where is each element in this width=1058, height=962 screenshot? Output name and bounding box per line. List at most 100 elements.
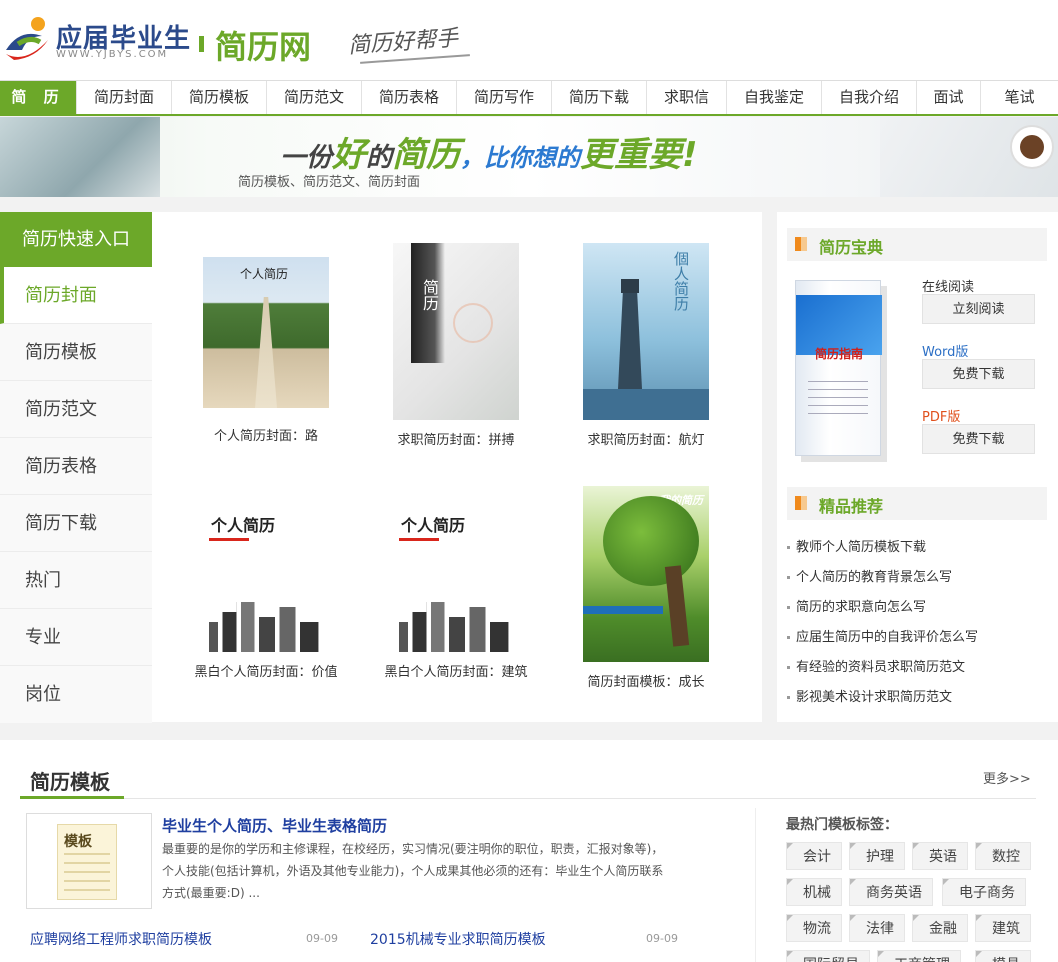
sidebar-item-cover[interactable]: 简历封面 <box>0 267 152 324</box>
cover-image-value[interactable]: 个人简历 <box>203 502 329 652</box>
template-list-link[interactable]: 2015机械专业求职简历模板 <box>370 929 546 949</box>
nav-item-self-intro[interactable]: 自我介绍 <box>822 81 917 114</box>
nav-item-resume[interactable]: 简 历 <box>0 81 77 114</box>
logo-icon[interactable] <box>2 14 52 66</box>
cover-image-struggle[interactable]: 简历 <box>393 243 519 420</box>
tag-business-admin[interactable]: 工商管理 <box>877 950 961 962</box>
red-line <box>209 538 249 541</box>
cover-caption[interactable]: 求职简历封面：拼搏 <box>366 429 546 448</box>
sidebar-item-sample[interactable]: 简历范文 <box>0 381 152 438</box>
pdf-version-label: PDF版 <box>922 410 961 425</box>
nav-item-self-evaluation[interactable]: 自我鉴定 <box>727 81 822 114</box>
tag-nursing[interactable]: 护理 <box>849 842 905 870</box>
section-title: 简历模板 <box>30 770 110 794</box>
tag-logistics[interactable]: 物流 <box>786 914 842 942</box>
section-divider <box>20 798 1036 799</box>
cover-caption[interactable]: 个人简历封面：路 <box>176 425 356 444</box>
city-skyline <box>399 602 509 652</box>
cover-gallery: 个人简历 个人简历封面：路 简历 求职简历封面：拼搏 個人简历 求职简历封面：航… <box>152 212 762 722</box>
cover-banner-stripe <box>583 606 663 614</box>
main-nav: 简 历 简历封面 简历模板 简历范文 简历表格 简历写作 简历下载 求职信 自我… <box>0 80 1058 116</box>
cover-struggle-text: 简历 <box>420 279 439 311</box>
promo-banner[interactable]: 一份好的简历，比你想的更重要! 简历模板、简历范文、简历封面 <box>0 117 1058 197</box>
recommend-link[interactable]: 个人简历的教育背景怎么写 <box>787 566 952 585</box>
cover-caption[interactable]: 黑白个人简历封面：价值 <box>176 661 356 680</box>
word-download-button[interactable]: 免费下载 <box>922 359 1035 389</box>
template-list-date: 09-09 <box>306 932 338 945</box>
baodian-title: 简历宝典 <box>819 238 884 257</box>
recommend-header: 精品推荐 <box>787 487 1047 520</box>
sidebar-item-form[interactable]: 简历表格 <box>0 438 152 495</box>
tree-trunk <box>664 565 690 647</box>
template-thumb-text: 模板 <box>64 834 92 850</box>
tag-architecture[interactable]: 建筑 <box>975 914 1031 942</box>
banner-text-em1: 好 <box>332 135 367 175</box>
handshake-image <box>0 117 160 197</box>
lighthouse-top <box>621 279 639 293</box>
column-divider <box>755 808 756 962</box>
nav-item-download[interactable]: 简历下载 <box>552 81 647 114</box>
recommend-link[interactable]: 影视美术设计求职简历范文 <box>787 686 952 705</box>
site-title[interactable]: 简历网 <box>215 22 311 68</box>
recommend-link[interactable]: 有经验的资料员求职简历范文 <box>787 656 965 675</box>
cover-image-road[interactable]: 个人简历 <box>203 257 329 408</box>
resume-guide-book[interactable]: 简历指南 <box>795 280 882 456</box>
sidebar-item-hot[interactable]: 热门 <box>0 552 152 609</box>
tag-machinery[interactable]: 机械 <box>786 878 842 906</box>
nav-item-written-test[interactable]: 笔试 <box>981 81 1058 114</box>
sidebar-item-download[interactable]: 简历下载 <box>0 495 152 552</box>
read-now-button[interactable]: 立刻阅读 <box>922 294 1035 324</box>
more-link[interactable]: 更多>> <box>983 768 1031 787</box>
cover-image-building[interactable]: 个人简历 <box>393 502 519 652</box>
template-list-link[interactable]: 应聘网络工程师求职简历模板 <box>30 929 212 949</box>
nav-item-writing[interactable]: 简历写作 <box>457 81 552 114</box>
tag-accounting[interactable]: 会计 <box>786 842 842 870</box>
cover-card-road[interactable]: 个人简历 个人简历封面：路 <box>176 257 356 444</box>
cover-image-lighthouse[interactable]: 個人简历 <box>583 243 709 420</box>
nav-item-form[interactable]: 简历表格 <box>362 81 457 114</box>
tag-law[interactable]: 法律 <box>849 914 905 942</box>
cover-caption[interactable]: 黑白个人简历封面：建筑 <box>366 661 546 680</box>
quick-entry-sidebar: 简历快速入口 简历封面 简历模板 简历范文 简历表格 简历下载 热门 专业 岗位 <box>0 212 152 723</box>
cover-card-value[interactable]: 个人简历 黑白个人简历封面：价值 <box>176 502 356 680</box>
template-paper-icon: 模板 <box>57 824 117 900</box>
template-list-date: 09-09 <box>646 932 678 945</box>
tag-business-english[interactable]: 商务英语 <box>849 878 933 906</box>
pdf-download-button[interactable]: 免费下载 <box>922 424 1035 454</box>
template-section: 简历模板 更多>> 模板 毕业生个人简历、毕业生表格简历 最重要的是你的学历和主… <box>0 740 1058 962</box>
template-thumbnail[interactable]: 模板 <box>26 813 152 909</box>
word-version-label: Word版 <box>922 345 969 360</box>
banner-text-prefix: 一份 <box>280 143 333 173</box>
tag-mold[interactable]: 模具 <box>975 950 1031 962</box>
book-lines <box>808 381 868 421</box>
sidebar-item-position[interactable]: 岗位 <box>0 666 152 723</box>
sidebar-item-major[interactable]: 专业 <box>0 609 152 666</box>
recommend-link[interactable]: 应届生简历中的自我评价怎么写 <box>787 626 978 645</box>
sidebar-title: 简历快速入口 <box>0 212 152 267</box>
recommend-link[interactable]: 教师个人简历模板下载 <box>787 536 926 555</box>
tag-english[interactable]: 英语 <box>912 842 968 870</box>
banner-text-mid2: ，比你想的 <box>460 144 581 172</box>
cover-caption[interactable]: 求职简历封面：航灯 <box>556 429 736 448</box>
cover-card-building[interactable]: 个人简历 黑白个人简历封面：建筑 <box>366 502 546 680</box>
featured-template-title[interactable]: 毕业生个人简历、毕业生表格简历 <box>162 815 387 836</box>
tag-e-commerce[interactable]: 电子商务 <box>942 878 1026 906</box>
cover-card-lighthouse[interactable]: 個人简历 求职简历封面：航灯 <box>556 243 736 448</box>
paper-lines <box>64 853 110 893</box>
tag-international-trade[interactable]: 国际贸易 <box>786 950 870 962</box>
nav-item-cover-letter[interactable]: 求职信 <box>647 81 727 114</box>
cover-card-growth[interactable]: 我的简历 简历封面模板：成长 <box>556 486 736 690</box>
cover-card-struggle[interactable]: 简历 求职简历封面：拼搏 <box>366 243 546 448</box>
nav-item-sample[interactable]: 简历范文 <box>267 81 362 114</box>
cover-caption[interactable]: 简历封面模板：成长 <box>556 671 736 690</box>
tag-finance[interactable]: 金融 <box>912 914 968 942</box>
nav-item-template[interactable]: 简历模板 <box>172 81 267 114</box>
featured-template-desc: 最重要的是你的学历和主修课程，在校经历，实习情况(要注明你的职位，职责，汇报对象… <box>162 842 664 900</box>
cover-image-growth[interactable]: 我的简历 <box>583 486 709 662</box>
sidebar-item-template[interactable]: 简历模板 <box>0 324 152 381</box>
nav-item-interview[interactable]: 面试 <box>917 81 981 114</box>
tag-cnc[interactable]: 数控 <box>975 842 1031 870</box>
recommend-link[interactable]: 简历的求职意向怎么写 <box>787 596 926 615</box>
coffee-cup-icon <box>1010 125 1054 169</box>
nav-item-cover[interactable]: 简历封面 <box>77 81 172 114</box>
